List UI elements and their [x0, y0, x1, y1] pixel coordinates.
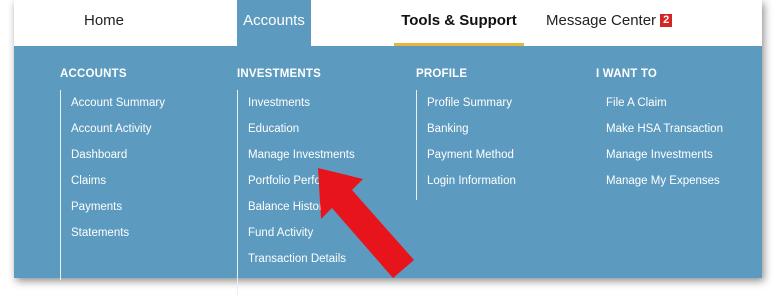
tab-accounts[interactable]: Accounts — [237, 0, 311, 46]
menu-link-account-summary[interactable]: Account Summary — [71, 90, 165, 116]
column-heading-investments: INVESTMENTS — [237, 68, 321, 80]
menu-link-payment-method[interactable]: Payment Method — [427, 142, 516, 168]
menu-link-payments[interactable]: Payments — [71, 194, 165, 220]
menu-link-dashboard[interactable]: Dashboard — [71, 142, 165, 168]
menu-link-profile-summary[interactable]: Profile Summary — [427, 90, 516, 116]
menu-link-education[interactable]: Education — [248, 116, 359, 142]
tab-home[interactable]: Home — [44, 0, 164, 46]
menu-link-transaction-details[interactable]: Transaction Details — [248, 246, 359, 272]
i-want-to-link-list: File A Claim Make HSA Transaction Manage… — [596, 90, 723, 194]
column-heading-i-want-to: I WANT TO — [596, 68, 658, 80]
tab-tools-support[interactable]: Tools & Support — [394, 0, 524, 46]
menu-link-statements[interactable]: Statements — [71, 220, 165, 246]
menu-link-manage-my-expenses[interactable]: Manage My Expenses — [606, 168, 723, 194]
menu-link-portfolio-performance[interactable]: Portfolio Performance — [248, 168, 359, 194]
menu-link-make-hsa-transaction[interactable]: Make HSA Transaction — [606, 116, 723, 142]
tab-accounts-label: Accounts — [243, 12, 305, 29]
menu-window: Home Accounts Tools & Support Message Ce… — [14, 0, 762, 295]
top-navigation: Home Accounts Tools & Support Message Ce… — [14, 0, 762, 46]
profile-link-list: Profile Summary Banking Payment Method L… — [416, 90, 516, 200]
menu-link-investments[interactable]: Investments — [248, 90, 359, 116]
menu-link-login-information[interactable]: Login Information — [427, 168, 516, 194]
menu-link-claims[interactable]: Claims — [71, 168, 165, 194]
accounts-dropdown-menu: ACCOUNTS Account Summary Account Activit… — [14, 46, 762, 295]
menu-link-manage-investments-2[interactable]: Manage Investments — [606, 142, 723, 168]
menu-link-banking[interactable]: Banking — [427, 116, 516, 142]
menu-link-account-activity[interactable]: Account Activity — [71, 116, 165, 142]
investments-link-list: Investments Education Manage Investments… — [237, 90, 359, 295]
column-heading-accounts: ACCOUNTS — [60, 68, 127, 80]
message-count-badge: 2 — [660, 14, 673, 27]
tab-tools-label: Tools & Support — [401, 12, 517, 29]
menu-column-i-want-to: I WANT TO File A Claim Make HSA Transact… — [596, 68, 723, 194]
menu-link-manage-investments[interactable]: Manage Investments — [248, 142, 359, 168]
menu-column-accounts: ACCOUNTS Account Summary Account Activit… — [60, 68, 165, 280]
tab-message-center[interactable]: Message Center 2 — [546, 0, 696, 46]
menu-link-fund-activity[interactable]: Fund Activity — [248, 220, 359, 246]
tab-home-label: Home — [83, 12, 124, 29]
menu-column-investments: INVESTMENTS Investments Education Manage… — [237, 68, 359, 295]
tab-message-label: Message Center — [546, 12, 657, 29]
menu-link-balance-history[interactable]: Balance History — [248, 194, 359, 220]
accounts-link-list: Account Summary Account Activity Dashboa… — [60, 90, 165, 280]
menu-link-file-a-claim[interactable]: File A Claim — [606, 90, 723, 116]
menu-column-profile: PROFILE Profile Summary Banking Payment … — [416, 68, 516, 200]
column-heading-profile: PROFILE — [416, 68, 468, 80]
